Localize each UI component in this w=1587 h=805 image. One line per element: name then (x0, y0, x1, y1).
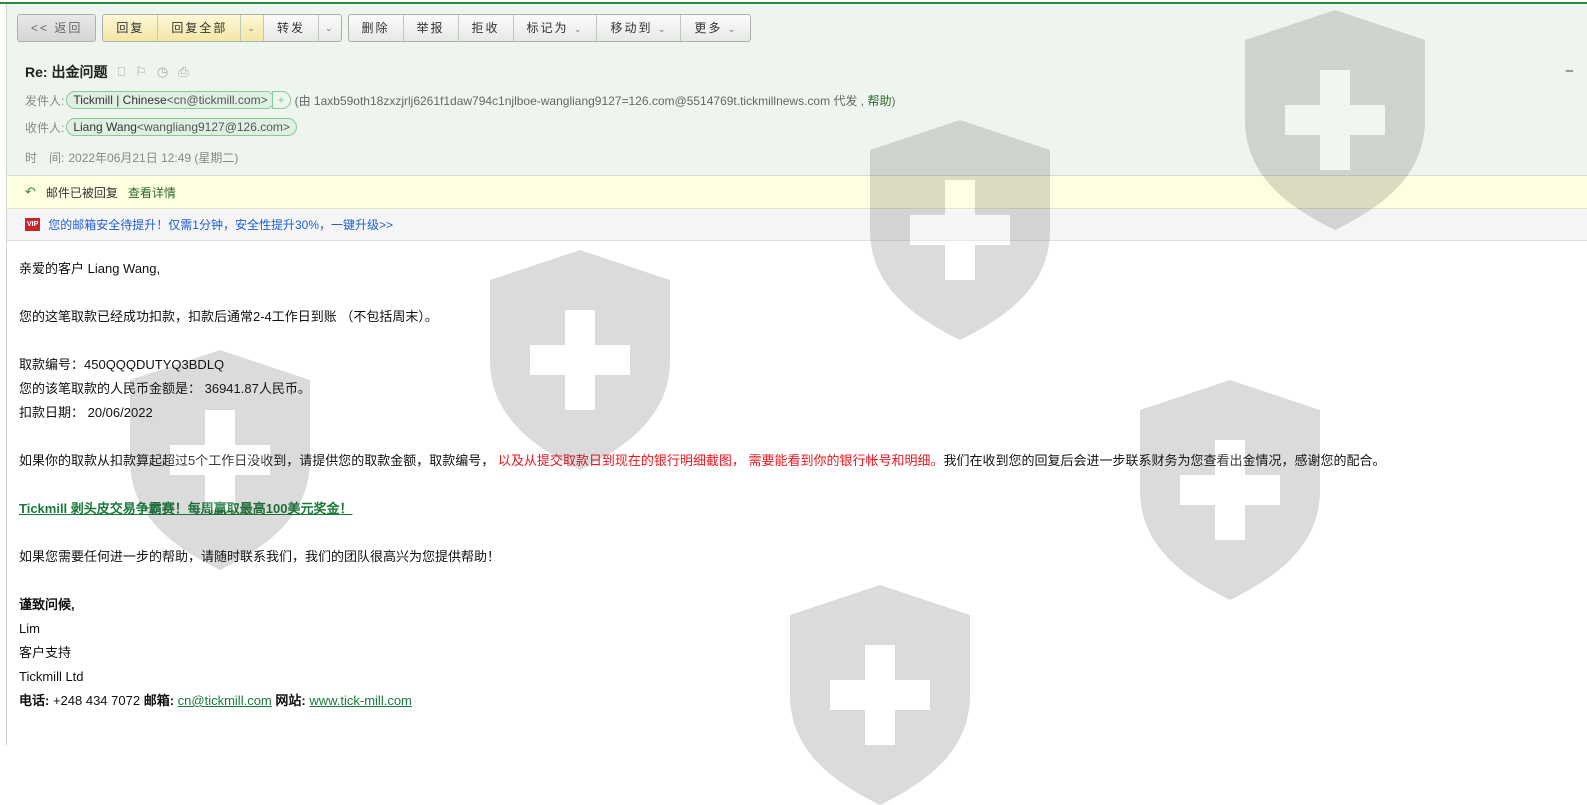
highlighted-text: 以及从提交取款日到现在的银行明细截图， 需要能看到你的银行帐号和明细。 (497, 453, 944, 468)
reply-button[interactable]: 回复 (103, 15, 159, 41)
clock-icon[interactable]: ◷ (157, 64, 168, 80)
reply-all-dropdown-icon[interactable]: ⌄ (241, 15, 264, 41)
mark-as-label: 标记为 (526, 21, 569, 35)
sent-via-note: (由 1axb59oth18zxzjrlj6261f1daw794c1njlbo… (295, 92, 896, 109)
forward-button[interactable]: 转发 (264, 15, 319, 41)
collapse-icon[interactable]: ━ (1566, 64, 1573, 78)
to-label: 收件人: (25, 120, 65, 135)
site-label: 网站: (271, 693, 306, 708)
promo-link[interactable]: Tickmill 剥头皮交易争霸赛！每周赢取最高100美元奖金！ (19, 501, 352, 516)
signature-company: Tickmill Ltd (19, 669, 84, 684)
phone: +248 434 7072 (49, 693, 144, 708)
replied-text: 邮件已被回复 (45, 185, 118, 200)
phone-label: 电话: (19, 693, 50, 708)
move-to-button[interactable]: 移动到 ⌄ (597, 15, 682, 41)
contact-line: 电话: +248 434 7072 邮箱: cn@tickmill.com 网站… (19, 689, 1575, 713)
flag-icon[interactable]: ⚐ (135, 64, 147, 80)
more-button[interactable]: 更多 ⌄ (681, 15, 750, 41)
text: 如果你的取款从扣款算起超过5个工作日没收到，请提供您的取款金额，取款编号， (19, 453, 498, 468)
time-label: 时 间: (25, 151, 65, 165)
report-button[interactable]: 举报 (404, 15, 459, 41)
delete-button[interactable]: 删除 (349, 15, 404, 41)
mail-subject: Re: 出金问题 (25, 64, 108, 80)
add-contact-icon[interactable]: + (271, 91, 291, 109)
mark-as-button[interactable]: 标记为 ⌄ (514, 15, 598, 41)
paragraph: 如果您需要任何进一步的帮助，请随时联系我们，我们的团队很高兴为您提供帮助！ (19, 549, 501, 564)
email-label: 邮箱: (143, 693, 175, 708)
more-label: 更多 (694, 21, 723, 35)
withdrawal-id: 取款编号：450QQQDUTYQ3BDLQ (19, 357, 225, 372)
chevron-down-icon: ⌄ (573, 24, 584, 34)
bookmark-icon[interactable]: ⎕ (117, 64, 125, 80)
toolbar: << 返回 回复 回复全部 ⌄ 转发 ⌄ 删除 举报 拒收 标记为 ⌄ 移动到 … (17, 14, 752, 42)
reply-all-button[interactable]: 回复全部 (158, 15, 242, 41)
regards: 谨致问候, (19, 597, 75, 612)
view-details-link[interactable]: 查看详情 (128, 184, 176, 201)
via-text: (由 1axb59oth18zxzjrlj6261f1daw794c1njlbo… (294, 93, 865, 108)
signature-name: Lim (19, 621, 40, 636)
email-link[interactable]: cn@tickmill.com (178, 693, 272, 708)
security-upgrade-banner[interactable]: VIP 您的邮箱安全待提升！仅需1分钟，安全性提升30%，一键升级>> (7, 209, 1587, 241)
recipient-email: <wangliang9127@126.com> (136, 120, 290, 134)
withdrawal-date: 扣款日期： 20/06/2022 (19, 405, 153, 420)
mail-header: << 返回 回复 回复全部 ⌄ 转发 ⌄ 删除 举报 拒收 标记为 ⌄ 移动到 … (7, 4, 1587, 176)
reject-button[interactable]: 拒收 (459, 15, 514, 41)
sender-chip[interactable]: Tickmill | Chinese<cn@tickmill.com> (66, 91, 275, 109)
forward-dropdown-icon[interactable]: ⌄ (319, 15, 341, 41)
sender-name: Tickmill | Chinese (73, 93, 167, 107)
paragraph: 如果你的取款从扣款算起超过5个工作日没收到，请提供您的取款金额，取款编号， 以及… (19, 449, 1575, 473)
paragraph: 您的这笔取款已经成功扣款，扣款后通常2-4工作日到账 （不包括周末）。 (19, 309, 438, 324)
greeting: 亲爱的客户 Liang Wang, (19, 261, 161, 276)
reply-arrow-icon: ↶ (25, 184, 36, 199)
signature-role: 客户支持 (19, 645, 72, 660)
sender-email: <cn@tickmill.com> (166, 93, 268, 107)
vip-icon: VIP (25, 218, 41, 231)
text: 我们在收到您的回复后会进一步联系财务为您查看出金情况，感谢您的配合。 (943, 453, 1386, 468)
from-label: 发件人: (25, 93, 65, 108)
website-link[interactable]: www.tick-mill.com (309, 693, 412, 708)
recipient-chip[interactable]: Liang Wang<wangliang9127@126.com> (66, 118, 297, 136)
help-link[interactable]: 帮助 (867, 94, 891, 108)
replied-notice: ↶ 邮件已被回复 查看详情 (7, 176, 1587, 209)
withdrawal-amount: 您的该笔取款的人民币金额是： 36941.87人民币。 (19, 381, 311, 396)
print-icon[interactable]: ⎙ (178, 64, 188, 80)
via-close: ) (891, 93, 896, 108)
mail-body: 亲爱的客户 Liang Wang, 您的这笔取款已经成功扣款，扣款后通常2-4工… (7, 241, 1587, 729)
chevron-down-icon: ⌄ (657, 24, 668, 34)
chevron-down-icon: ⌄ (727, 24, 738, 34)
move-to-label: 移动到 (610, 21, 653, 35)
back-button[interactable]: << 返回 (18, 15, 96, 41)
recipient-name: Liang Wang (73, 120, 137, 134)
security-upgrade-text[interactable]: 您的邮箱安全待提升！仅需1分钟，安全性提升30%，一键升级>> (48, 216, 393, 233)
sent-time: 2022年06月21日 12:49 (星期二) (68, 151, 239, 165)
